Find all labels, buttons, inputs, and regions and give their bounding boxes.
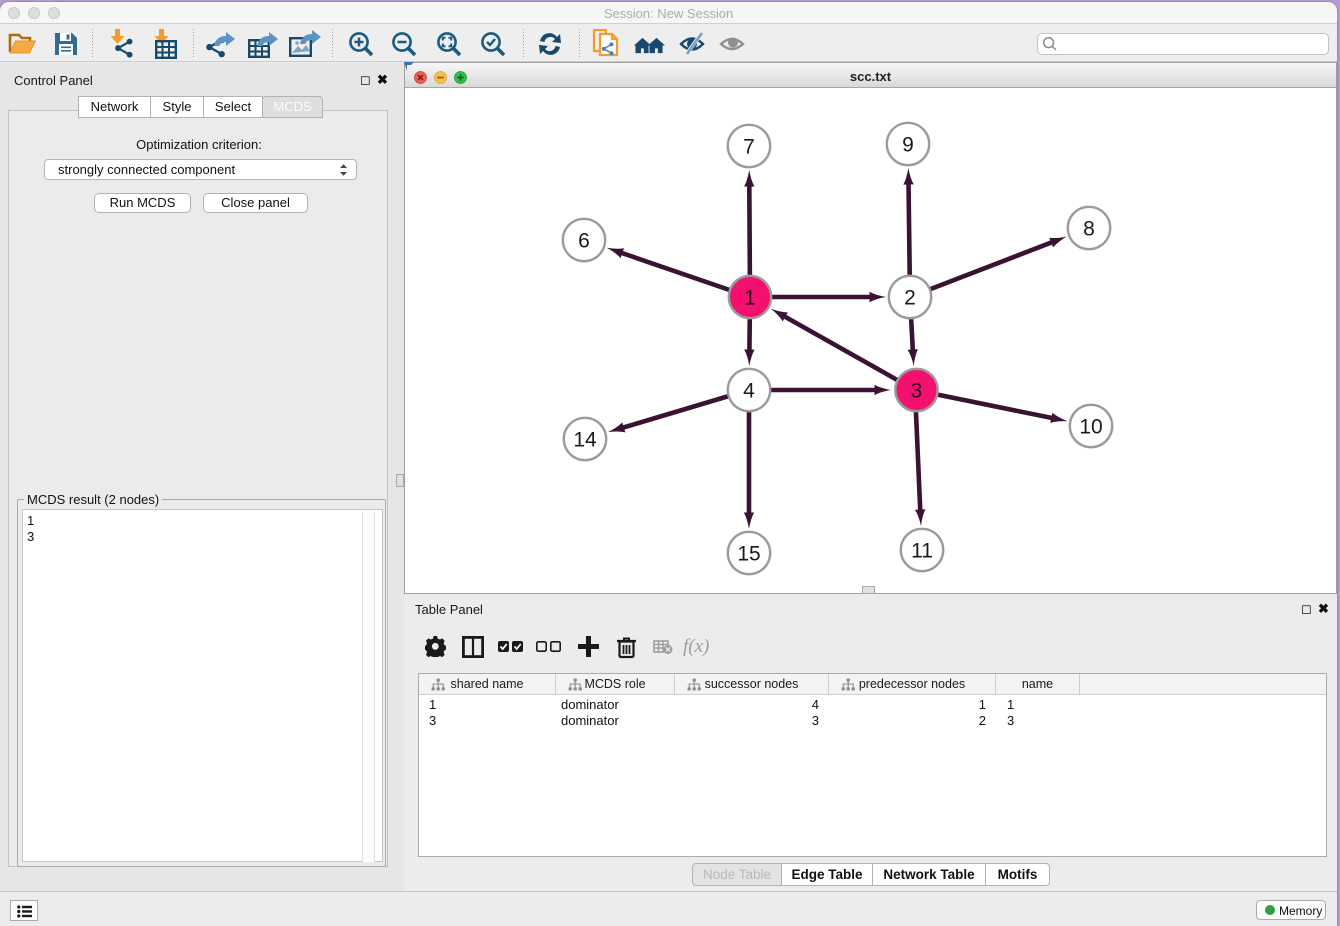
svg-text:11: 11 [911,540,933,563]
svg-text:7: 7 [743,136,755,159]
svg-text:15: 15 [737,543,760,566]
svg-text:3: 3 [911,380,923,403]
svg-text:9: 9 [902,134,914,157]
svg-text:1: 1 [744,287,756,310]
svg-text:6: 6 [578,230,590,253]
svg-text:8: 8 [1083,218,1095,241]
svg-text:2: 2 [904,287,916,310]
svg-text:14: 14 [573,429,597,452]
svg-text:f(x): f(x) [683,637,709,657]
svg-text:4: 4 [743,380,755,403]
svg-text:10: 10 [1079,416,1102,439]
